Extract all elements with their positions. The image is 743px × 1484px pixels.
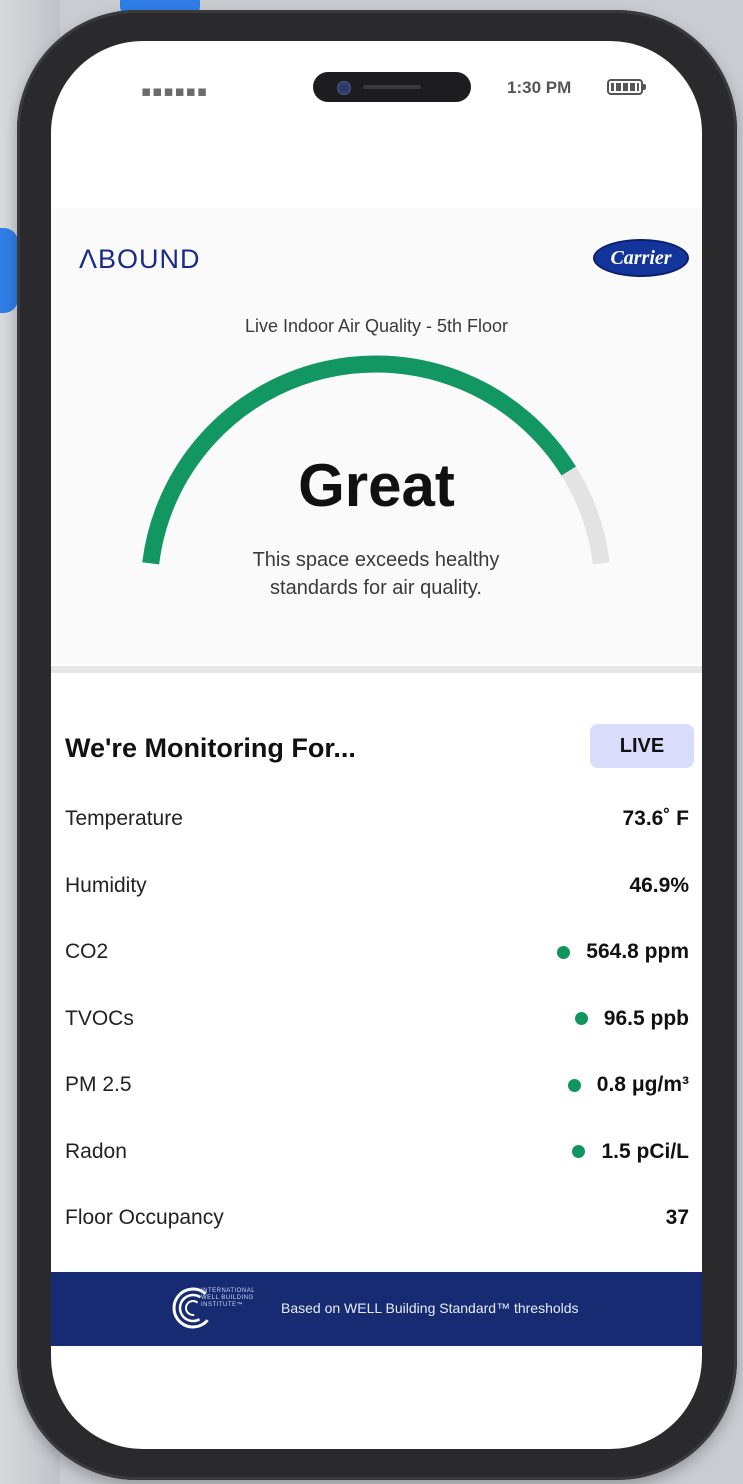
metric-label: Floor Occupancy xyxy=(65,1206,224,1229)
well-logo-text: INTERNATIONAL WELL BUILDING INSTITUTE™ xyxy=(201,1288,255,1308)
metric-value-text: 46.9% xyxy=(629,873,689,897)
metric-value: 73.6˚ F xyxy=(622,807,689,831)
air-quality-status: Great xyxy=(298,452,455,519)
well-footer: INTERNATIONAL WELL BUILDING INSTITUTE™ B… xyxy=(51,1272,702,1346)
metric-value: 46.9% xyxy=(629,874,689,898)
air-quality-description: This space exceeds healthy standards for… xyxy=(252,549,500,599)
status-dot-icon xyxy=(572,1145,586,1158)
metric-row: Radon 1.5 pCi/L xyxy=(65,1134,689,1174)
live-badge: LIVE xyxy=(590,724,694,768)
signal-strength-icon: ▪▪▪▪▪▪ xyxy=(141,82,208,100)
metric-row: CO2 564.8 ppm xyxy=(65,934,689,974)
camera-icon xyxy=(337,81,351,95)
metric-value: 37 xyxy=(666,1206,689,1230)
well-standard-note: Based on WELL Building Standard™ thresho… xyxy=(281,1300,579,1316)
metric-row: Humidity 46.9% xyxy=(65,868,689,908)
carrier-logo: Carrier xyxy=(593,239,689,277)
speaker-grille xyxy=(363,85,421,89)
air-quality-subtitle: Live Indoor Air Quality - 5th Floor xyxy=(244,316,509,336)
section-divider xyxy=(51,666,702,673)
status-time: 1:30 PM xyxy=(507,78,572,97)
background-accent xyxy=(0,228,18,313)
status-dot-icon xyxy=(574,1012,588,1025)
metric-value-text: 0.8 μg/m³ xyxy=(596,1073,689,1096)
camera-notch xyxy=(313,72,471,102)
metric-row: Temperature 73.6˚ F xyxy=(65,801,689,841)
metric-value-text: 564.8 ppm xyxy=(586,940,689,963)
metric-value-text: 1.5 pCi/L xyxy=(601,1139,689,1163)
metric-value-text: 96.5 ppb xyxy=(603,1006,689,1030)
metric-label: Radon xyxy=(65,1139,127,1163)
status-dot-icon xyxy=(567,1078,581,1092)
metric-label: TVOCs xyxy=(65,1006,134,1030)
metric-value-text: 37 xyxy=(665,1206,689,1229)
metric-label: Temperature xyxy=(65,807,183,830)
status-dot-icon xyxy=(557,945,571,959)
battery-icon xyxy=(607,79,643,95)
metric-value: 96.5 ppb xyxy=(574,1006,689,1031)
metric-row: Floor Occupancy 37 xyxy=(65,1200,689,1240)
metric-label: CO2 xyxy=(65,940,109,963)
abound-logo: ΛBOUND xyxy=(79,244,201,274)
phone-screen: ▪▪▪▪▪▪ 1:30 PM ΛBOUND Carrier Live Indoo… xyxy=(51,41,702,1449)
monitoring-title: We're Monitoring For... xyxy=(65,733,356,763)
metric-value-text: 73.6˚ F xyxy=(622,807,689,830)
metric-row: PM 2.5 0.8 μg/m³ xyxy=(65,1067,689,1107)
phone-frame: ▪▪▪▪▪▪ 1:30 PM ΛBOUND Carrier Live Indoo… xyxy=(17,10,737,1480)
metric-label: Humidity xyxy=(65,873,147,897)
metric-value: 1.5 pCi/L xyxy=(572,1140,689,1164)
metric-value: 564.8 ppm xyxy=(557,940,689,964)
metric-value: 0.8 μg/m³ xyxy=(567,1073,689,1097)
metric-row: TVOCs 96.5 ppb xyxy=(65,1001,689,1041)
metric-label: PM 2.5 xyxy=(65,1073,132,1096)
battery-tip xyxy=(643,84,646,90)
